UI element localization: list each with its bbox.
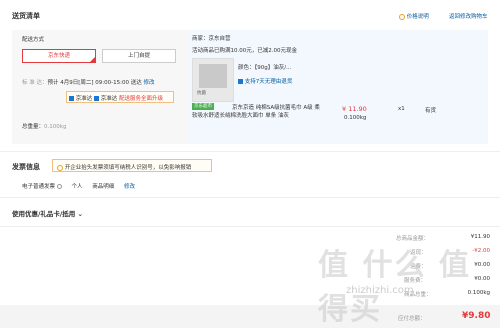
shipping-label: 配送方式 [22, 37, 45, 43]
watermark-domain: zhizhizhi.com [346, 285, 414, 296]
product-weight: 0.100kg [344, 115, 367, 121]
jd-icon [69, 96, 74, 101]
price-notice-link[interactable]: 价格说明 [399, 12, 429, 20]
jd-icon [94, 96, 100, 101]
product-qty: x1 [398, 106, 405, 112]
product-price: ¥ 11.90 [342, 105, 367, 113]
service-tags: 京准达 京准达 配送服务全面升级 [66, 91, 174, 103]
divider [0, 197, 500, 198]
store-name: 商家：京东自营 [192, 36, 231, 42]
selected-corner-icon [89, 56, 96, 63]
towel-image [199, 64, 227, 88]
info-icon [399, 13, 405, 20]
total-weight: 总重量：0.100kg [22, 124, 67, 130]
location-icon [57, 164, 63, 171]
stock-status: 有货 [425, 108, 437, 114]
watermark-logo: 值 什么 值得买 [318, 248, 471, 327]
chevron-down-icon: ⌄ [77, 210, 83, 218]
product-title[interactable]: 京东京造 纯棉SA级抗菌毛巾 A级 柔软吸水舒适长绒棉洗脸大面巾 单条 油灰 [192, 104, 322, 120]
divider [0, 226, 500, 227]
invoice-title: 发票信息 [12, 163, 40, 171]
back-to-cart-link[interactable]: 返回修改购物车 [449, 12, 488, 20]
product-image[interactable]: 抗菌 [192, 58, 234, 102]
delivery-date: 标 准 达：预计 4月9日[周二] 09:00-15:00 送达 修改 [22, 80, 155, 86]
ship-option-jd-express[interactable]: 京东快递 [22, 49, 96, 63]
return-icon [238, 79, 243, 84]
delivery-edit-link[interactable]: 修改 [143, 80, 154, 86]
product-spec: 颜色：【90g】油灰/... [238, 65, 292, 71]
divider [0, 151, 500, 152]
return-service: 支持7天无理由退货 [238, 77, 292, 85]
coupon-toggle[interactable]: 使用优惠/礼品卡/抵用 ⌄ [12, 208, 83, 218]
invoice-edit-link[interactable]: 修改 [124, 184, 135, 190]
help-icon[interactable] [56, 184, 62, 189]
invoice-notice: 开企业抬头发票须填写纳税人识别号，以免影响报销 [52, 159, 212, 172]
ship-option-pickup[interactable]: 上门自提 [102, 49, 176, 63]
promo-text: 活动商品已购满10.00元，已减2.00元现金 [192, 48, 297, 54]
invoice-details: 电子普通发票 个人 商品明细 修改 [22, 184, 136, 190]
page-title: 送货清单 [12, 12, 40, 20]
